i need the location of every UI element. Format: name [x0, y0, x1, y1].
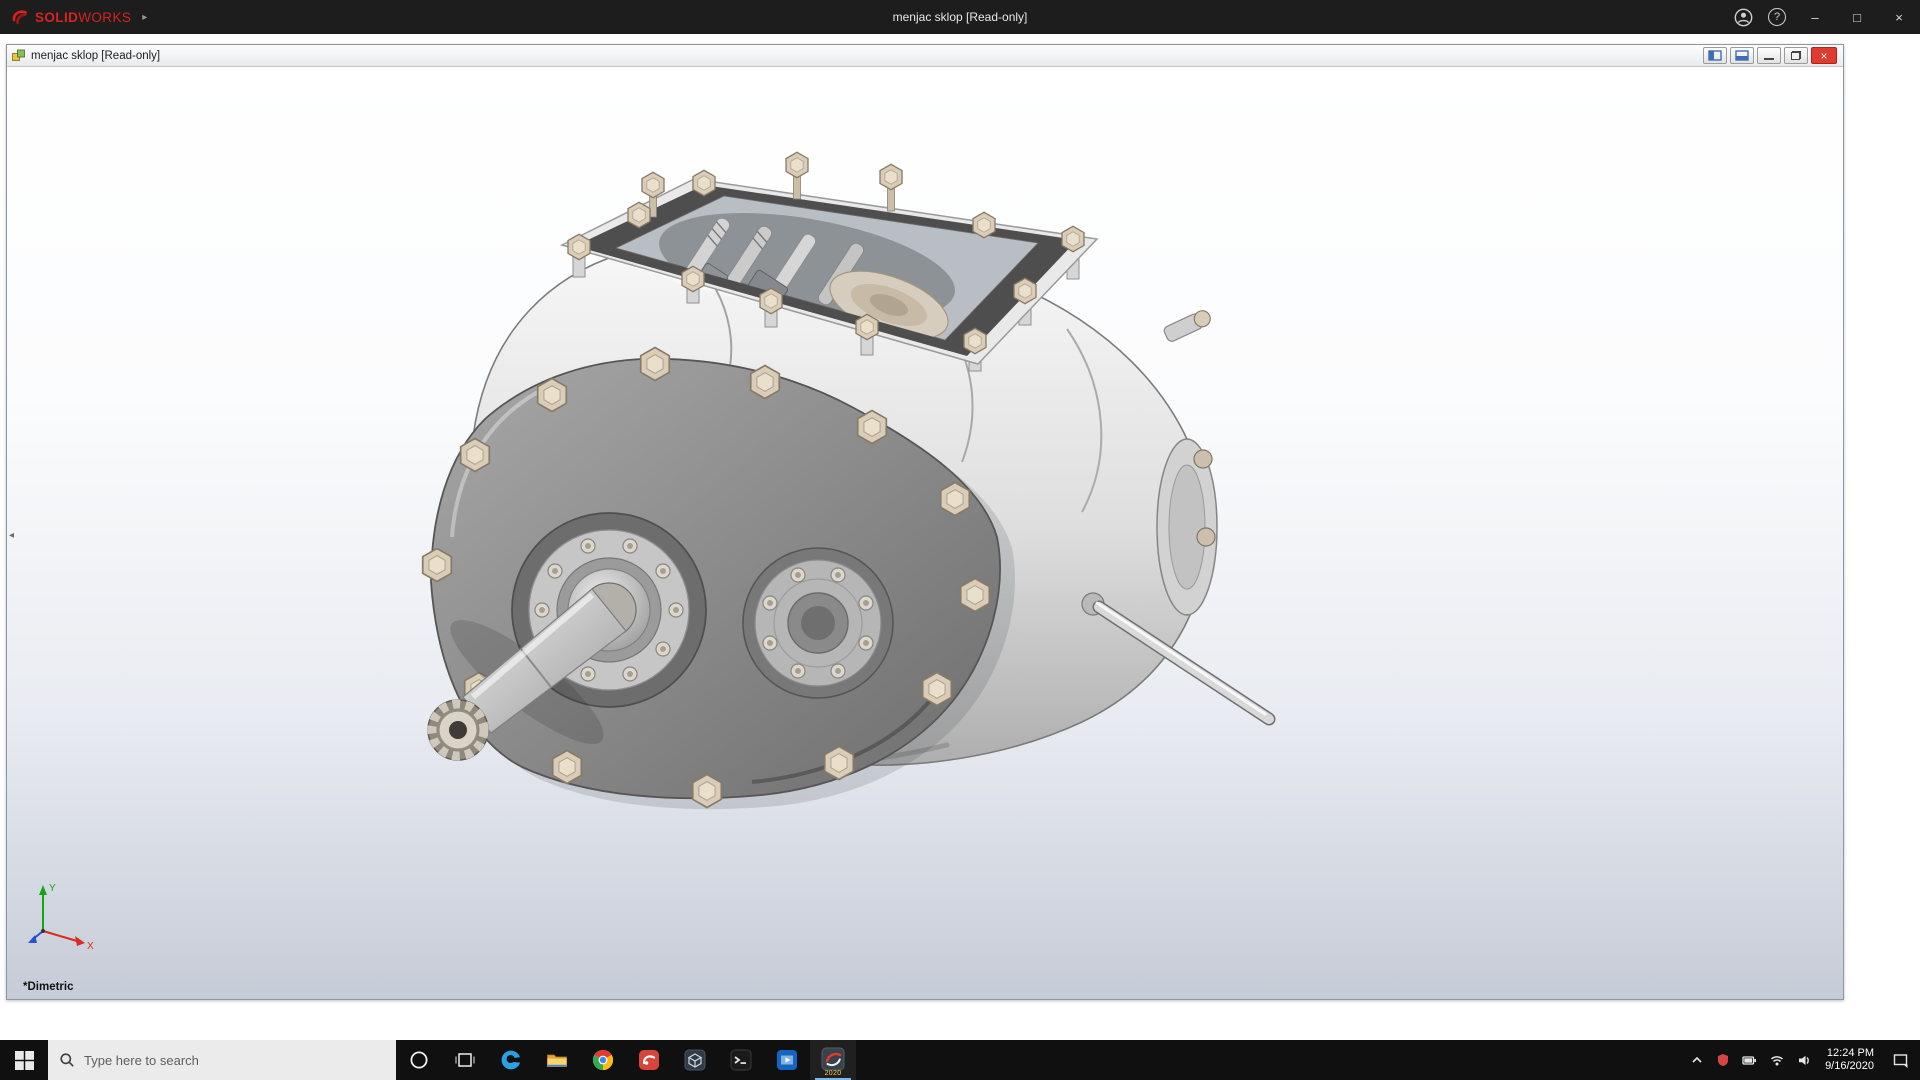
taskbar-clock[interactable]: 12:24 PM 9/16/2020	[1817, 1040, 1882, 1080]
start-button[interactable]	[0, 1040, 48, 1080]
system-tray: 12:24 PM 9/16/2020	[1685, 1040, 1920, 1080]
taskbar-icon-file-explorer[interactable]	[534, 1040, 580, 1080]
red-app-icon	[639, 1050, 659, 1070]
cube-app-icon	[684, 1049, 706, 1071]
taskbar-icon-solidworks[interactable]: 2020	[810, 1040, 856, 1080]
solidworks-app-icon	[821, 1047, 845, 1071]
shield-icon	[1717, 1054, 1728, 1066]
battery-icon	[1742, 1056, 1757, 1065]
restore-icon	[1791, 51, 1801, 60]
chrome-icon	[593, 1050, 613, 1070]
media-app-icon	[777, 1050, 797, 1070]
search-icon	[60, 1053, 74, 1067]
orientation-triad[interactable]: Y X	[23, 877, 101, 955]
file-explorer-icon	[547, 1054, 567, 1067]
solidworks-wordmark: SOLIDWORKS	[35, 10, 131, 25]
terminal-icon	[730, 1049, 752, 1071]
help-icon[interactable]: ?	[1760, 0, 1794, 34]
screen: SOLIDWORKS ▸ menjac sklop [Read-only] ? …	[0, 0, 1920, 1080]
taskbar-icon-edge[interactable]	[488, 1040, 534, 1080]
solidworks-logo: SOLIDWORKS ▸	[0, 7, 147, 27]
taskbar-search[interactable]	[48, 1040, 396, 1080]
tray-icon-security[interactable]	[1709, 1040, 1736, 1080]
document-title: menjac sklop [Read-only]	[31, 49, 161, 62]
minimize-icon	[1764, 58, 1774, 60]
menu-expand-arrow-icon[interactable]: ▸	[142, 12, 147, 23]
taskbar-icon-task-view[interactable]	[442, 1040, 488, 1080]
maximize-button[interactable]: □	[1836, 0, 1878, 34]
app-window-title: menjac sklop [Read-only]	[892, 10, 1028, 24]
wifi-icon	[1770, 1056, 1783, 1066]
taskbar-icon-media[interactable]	[764, 1040, 810, 1080]
task-view-icon	[455, 1053, 475, 1067]
brand-works: WORKS	[78, 9, 132, 25]
edge-icon	[501, 1050, 521, 1070]
featuremanager-flyout-arrow[interactable]: ◂	[9, 530, 14, 541]
gearbox-model[interactable]	[7, 67, 1843, 999]
side-cover[interactable]	[742, 547, 894, 699]
account-icon[interactable]	[1726, 0, 1760, 34]
taskbar: 2020	[0, 1040, 1920, 1080]
show-hidden-icons-button[interactable]	[1685, 1040, 1709, 1080]
cortana-icon	[410, 1051, 428, 1069]
document-restore-button[interactable]	[1784, 47, 1808, 64]
tray-icon-volume[interactable]	[1790, 1040, 1817, 1080]
close-button[interactable]: ×	[1878, 0, 1920, 34]
graphics-viewport[interactable]: Y X *Dimetric	[7, 67, 1843, 999]
document-titlebar[interactable]: menjac sklop [Read-only] ×	[7, 45, 1843, 67]
search-input[interactable]	[84, 1052, 385, 1068]
document-window: menjac sklop [Read-only] × Y X *Dimetric…	[6, 44, 1844, 1000]
app-client-area: menjac sklop [Read-only] × Y X *Dimetric…	[0, 34, 1920, 1040]
app-titlebar: SOLIDWORKS ▸ menjac sklop [Read-only] ? …	[0, 0, 1920, 34]
document-window-controls: ×	[1703, 47, 1839, 64]
document-close-button[interactable]: ×	[1811, 47, 1837, 64]
triad-y-label: Y	[49, 883, 56, 894]
tray-icon-network[interactable]	[1763, 1040, 1790, 1080]
clock-date: 9/16/2020	[1825, 1060, 1874, 1072]
app-window-controls: ? – □ ×	[1726, 0, 1920, 34]
minimize-button[interactable]: –	[1794, 0, 1836, 34]
caret-up-icon	[1692, 1056, 1702, 1063]
clock-time: 12:24 PM	[1826, 1046, 1874, 1059]
tail-cap[interactable]	[1156, 438, 1218, 616]
assembly-document-icon	[12, 49, 25, 61]
speaker-icon	[1798, 1055, 1809, 1065]
document-minimize-button[interactable]	[1757, 47, 1781, 64]
pane-left-button[interactable]	[1703, 47, 1727, 64]
spline-end[interactable]	[427, 699, 489, 761]
triad-x-label: X	[87, 941, 94, 952]
view-orientation-label: *Dimetric	[23, 981, 74, 993]
pane-split-button[interactable]	[1730, 47, 1754, 64]
solidworks-logo-icon	[12, 10, 27, 25]
taskbar-icon-app-red[interactable]	[626, 1040, 672, 1080]
breather-stub[interactable]	[1163, 308, 1213, 343]
tray-icon-battery[interactable]	[1736, 1040, 1763, 1080]
brand-solid: SOLID	[35, 9, 79, 25]
windows-logo-icon	[14, 1050, 34, 1070]
taskbar-icon-terminal[interactable]	[718, 1040, 764, 1080]
notification-icon	[1893, 1053, 1908, 1068]
taskbar-icon-chrome[interactable]	[580, 1040, 626, 1080]
action-center-button[interactable]	[1882, 1040, 1920, 1080]
taskbar-icon-cortana[interactable]	[396, 1040, 442, 1080]
taskbar-icon-app-cube[interactable]	[672, 1040, 718, 1080]
